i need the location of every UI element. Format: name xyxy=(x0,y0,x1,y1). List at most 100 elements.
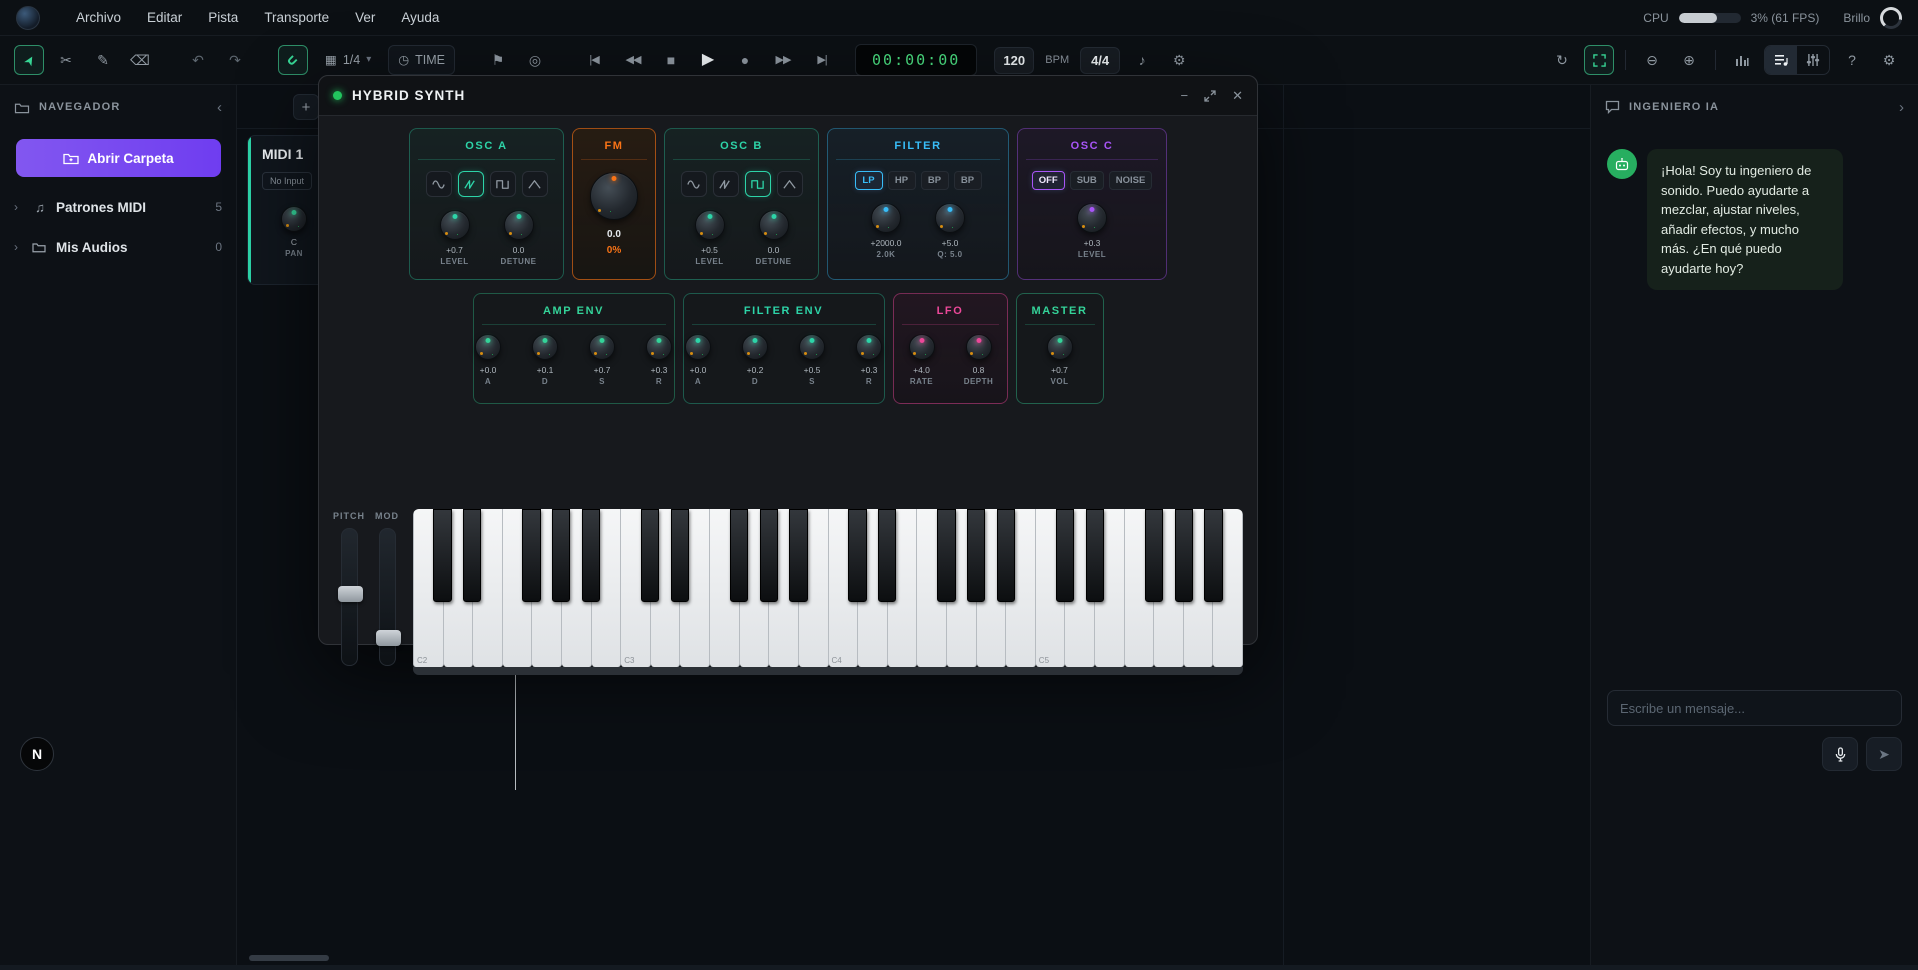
pan-knob[interactable] xyxy=(281,206,307,232)
fullscreen-button[interactable] xyxy=(1584,45,1614,75)
mode-bp-button[interactable]: BP xyxy=(920,171,949,190)
square-wave-button[interactable] xyxy=(744,171,771,197)
knob-detune[interactable]: 0.0 DETUNE xyxy=(752,210,796,266)
tempo-settings-button[interactable]: ⚙ xyxy=(1164,45,1194,75)
track-input-badge[interactable]: No Input xyxy=(262,172,313,190)
mode-hp-button[interactable]: HP xyxy=(887,171,916,190)
erase-tool-button[interactable]: ⌫ xyxy=(125,45,155,75)
mode-noise-button[interactable]: NOISE xyxy=(1108,171,1153,190)
zoom-out-button[interactable]: ⊖ xyxy=(1637,45,1667,75)
fast-forward-button[interactable]: ▶▶ xyxy=(767,45,799,75)
synth-window-titlebar[interactable]: HYBRID SYNTH − ✕ xyxy=(319,76,1257,116)
piano-keyboard[interactable]: C2 C3 C4 C5 xyxy=(413,509,1243,675)
microphone-button[interactable] xyxy=(1822,737,1858,771)
time-mode-button[interactable]: ◷ TIME xyxy=(388,45,456,75)
knob-level[interactable]: +0.5 LEVEL xyxy=(688,210,732,266)
piano-black-key[interactable] xyxy=(967,509,986,602)
chat-message-input[interactable] xyxy=(1607,690,1902,726)
piano-black-key[interactable] xyxy=(878,509,897,602)
mode-off-button[interactable]: OFF xyxy=(1031,171,1065,190)
undo-button[interactable]: ↶ xyxy=(183,45,213,75)
mode-sub-button[interactable]: SUB xyxy=(1069,171,1104,190)
mode-bp-button[interactable]: BP xyxy=(953,171,982,190)
loop-toggle-button[interactable]: ↻ xyxy=(1547,45,1577,75)
piano-black-key[interactable] xyxy=(1085,509,1104,602)
metronome-button[interactable]: ♪ xyxy=(1127,45,1157,75)
fm-amount-knob[interactable] xyxy=(590,172,638,220)
piano-black-key[interactable] xyxy=(759,509,778,602)
brightness-knob[interactable] xyxy=(1880,6,1902,29)
knob-a[interactable]: +0.0 A xyxy=(466,334,510,386)
cut-tool-button[interactable]: ✂ xyxy=(51,45,81,75)
piano-black-key[interactable] xyxy=(729,509,749,602)
mod-wheel[interactable] xyxy=(375,528,401,666)
rewind-button[interactable]: ◀◀ xyxy=(617,45,649,75)
levels-button[interactable] xyxy=(1727,45,1757,75)
zoom-in-button[interactable]: ⊕ xyxy=(1674,45,1704,75)
knob-detune[interactable]: 0.0 DETUNE xyxy=(497,210,541,266)
piano-black-key[interactable] xyxy=(670,509,689,602)
triangle-wave-button[interactable] xyxy=(776,171,803,197)
open-folder-button[interactable]: Abrir Carpeta xyxy=(16,139,221,177)
piano-black-key[interactable] xyxy=(1055,509,1075,602)
keyboard-scroll-strip[interactable] xyxy=(413,667,1243,675)
sine-wave-button[interactable] xyxy=(680,171,707,197)
marker-flag-button[interactable]: ⚑ xyxy=(483,45,513,75)
piano-black-key[interactable] xyxy=(789,509,808,602)
menu-item-ayuda[interactable]: Ayuda xyxy=(401,10,439,25)
menu-item-transporte[interactable]: Transporte xyxy=(264,10,329,25)
mode-lp-button[interactable]: LP xyxy=(854,171,883,190)
playlist-view-button[interactable] xyxy=(1765,46,1797,74)
piano-black-key[interactable] xyxy=(937,509,956,602)
knob-d[interactable]: +0.1 D xyxy=(523,334,567,386)
add-track-button[interactable]: + xyxy=(293,94,319,120)
help-button[interactable]: ? xyxy=(1837,45,1867,75)
saw-wave-button[interactable] xyxy=(712,171,739,197)
track-name[interactable]: MIDI 1 xyxy=(262,146,303,162)
track-pan-control[interactable]: C PAN xyxy=(276,206,312,258)
select-tool-button[interactable]: ➤ xyxy=(14,45,44,75)
sidebar-item-mis-audios[interactable]: › Mis Audios 0 xyxy=(0,227,236,267)
knob-s[interactable]: +0.7 S xyxy=(580,334,624,386)
mod-wheel-handle[interactable] xyxy=(375,629,401,646)
maximize-button[interactable] xyxy=(1204,89,1216,102)
app-logo[interactable] xyxy=(16,5,40,30)
play-button[interactable]: ▶ xyxy=(693,45,723,75)
piano-black-key[interactable] xyxy=(1174,509,1193,602)
knob-s[interactable]: +0.5 S xyxy=(790,334,834,386)
skip-to-start-button[interactable]: |◀ xyxy=(578,45,610,75)
horizontal-scrollbar-thumb[interactable] xyxy=(249,955,329,961)
pitch-wheel[interactable] xyxy=(337,528,363,666)
knob-r[interactable]: +0.3 R xyxy=(847,334,891,386)
knob-depth[interactable]: 0.8 DEPTH xyxy=(957,334,1001,386)
time-signature-value[interactable]: 4/4 xyxy=(1080,46,1121,74)
knob-rate[interactable]: +4.0 RATE xyxy=(900,334,944,386)
piano-black-key[interactable] xyxy=(1204,509,1223,602)
stop-button[interactable]: ■ xyxy=(656,45,686,75)
menu-item-ver[interactable]: Ver xyxy=(355,10,375,25)
knob-d[interactable]: +0.2 D xyxy=(733,334,777,386)
knob-vol[interactable]: +0.7 VOL xyxy=(1038,334,1082,386)
pitch-wheel-handle[interactable] xyxy=(337,586,363,603)
knob-2-0k[interactable]: +2000.0 2.0K xyxy=(864,203,908,259)
piano-black-key[interactable] xyxy=(552,509,571,602)
record-button[interactable]: ● xyxy=(730,45,760,75)
square-wave-button[interactable] xyxy=(489,171,516,197)
redo-button[interactable]: ↷ xyxy=(220,45,250,75)
piano-black-key[interactable] xyxy=(463,509,482,602)
piano-black-key[interactable] xyxy=(433,509,452,602)
piano-black-key[interactable] xyxy=(640,509,660,602)
collapse-right-icon[interactable]: › xyxy=(1899,99,1904,116)
skip-to-end-button[interactable]: ▶| xyxy=(806,45,838,75)
knob-r[interactable]: +0.3 R xyxy=(637,334,681,386)
knob-level[interactable]: +0.7 LEVEL xyxy=(433,210,477,266)
tempo-value[interactable]: 120 xyxy=(994,46,1035,74)
minimize-button[interactable]: − xyxy=(1181,88,1189,103)
sidebar-item-patrones-midi[interactable]: › ♫ Patrones MIDI 5 xyxy=(0,187,236,227)
menu-item-editar[interactable]: Editar xyxy=(147,10,182,25)
knob-a[interactable]: +0.0 A xyxy=(676,334,720,386)
sine-wave-button[interactable] xyxy=(425,171,452,197)
piano-black-key[interactable] xyxy=(1144,509,1164,602)
send-message-button[interactable]: ➤ xyxy=(1866,737,1902,771)
saw-wave-button[interactable] xyxy=(457,171,484,197)
